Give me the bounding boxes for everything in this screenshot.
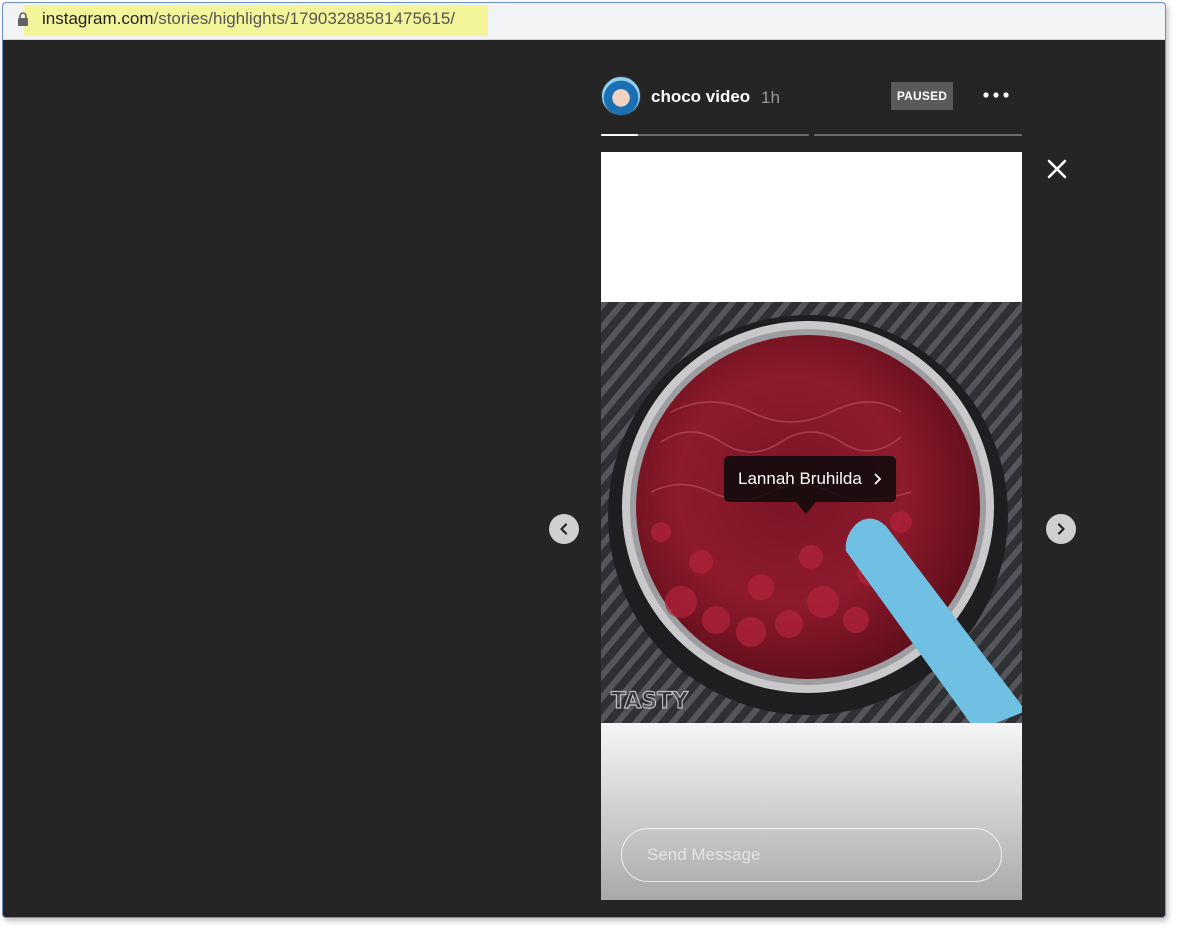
- address-bar[interactable]: instagram.com/stories/highlights/1790328…: [3, 3, 1165, 40]
- more-icon[interactable]: [981, 90, 1011, 100]
- progress-segment: [814, 134, 1022, 136]
- url-text[interactable]: instagram.com/stories/highlights/1790328…: [42, 9, 455, 29]
- story-time: 1h: [761, 88, 780, 107]
- progress-fill: [601, 134, 639, 136]
- user-tag-label: Lannah Bruhilda: [738, 469, 862, 488]
- story-header: choco video 1h PAUSED: [601, 74, 1022, 118]
- send-message-input[interactable]: [621, 828, 1002, 882]
- story-username[interactable]: choco video: [651, 87, 750, 107]
- chevron-left-icon: [560, 523, 568, 535]
- user-tag[interactable]: Lannah Bruhilda: [724, 456, 896, 502]
- lock-icon: [18, 12, 28, 26]
- story-frame[interactable]: TASTY Lannah Bruhilda: [601, 152, 1022, 900]
- story-video[interactable]: TASTY Lannah Bruhilda: [601, 302, 1022, 723]
- chevron-right-icon: [874, 473, 882, 485]
- chevron-right-icon: [1057, 523, 1065, 535]
- previous-story-button[interactable]: [549, 514, 579, 544]
- paused-badge[interactable]: PAUSED: [891, 82, 953, 110]
- user-tag-pointer: [796, 502, 816, 514]
- avatar[interactable]: [601, 76, 641, 116]
- progress-segment: [601, 134, 809, 136]
- url-host: instagram.com: [42, 9, 154, 28]
- tasty-watermark: TASTY: [611, 689, 689, 714]
- url-path: /stories/highlights/17903288581475615/: [153, 9, 456, 28]
- next-story-button[interactable]: [1046, 514, 1076, 544]
- close-icon[interactable]: [1044, 156, 1070, 182]
